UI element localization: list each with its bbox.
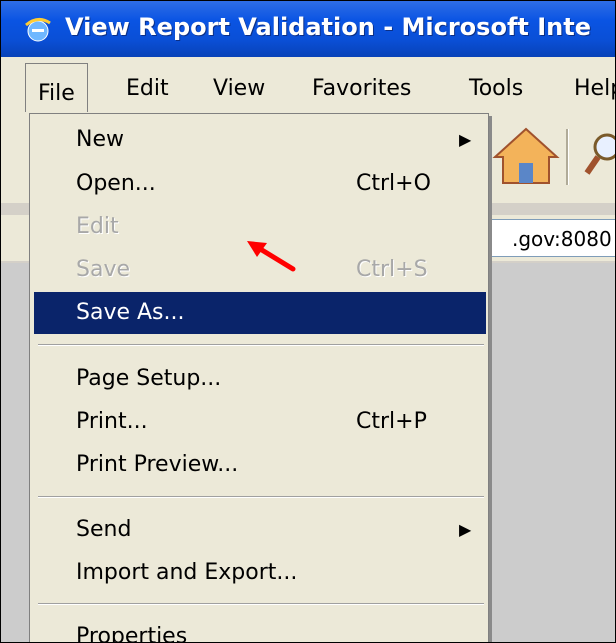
menu-item-page-setup[interactable]: Page Setup... xyxy=(34,359,486,399)
menu-tools[interactable]: Tools xyxy=(457,70,535,108)
menu-item-new[interactable]: New ▶ xyxy=(34,120,486,160)
window-title: View Report Validation - Microsoft Inte xyxy=(65,13,591,41)
menu-edit[interactable]: Edit xyxy=(114,70,181,108)
menu-file[interactable]: File xyxy=(25,63,88,112)
menu-item-import-export[interactable]: Import and Export... xyxy=(34,553,486,593)
submenu-arrow-icon: ▶ xyxy=(459,130,472,149)
menu-favorites[interactable]: Favorites xyxy=(300,70,423,108)
menu-item-print-preview[interactable]: Print Preview... xyxy=(34,445,486,485)
menu-item-send[interactable]: Send ▶ xyxy=(34,510,486,550)
home-icon[interactable] xyxy=(491,125,561,187)
menu-help[interactable]: Help xyxy=(562,70,615,108)
menu-separator xyxy=(38,603,484,605)
menu-item-save-as[interactable]: Save As... xyxy=(34,292,486,334)
search-icon[interactable] xyxy=(583,125,616,185)
address-input[interactable]: .gov:8080 xyxy=(471,219,615,257)
red-pointer-arrow-icon xyxy=(247,241,296,272)
file-menu-dropdown: New ▶ Open... Ctrl+O Edit Save Ctrl+S Sa… xyxy=(29,113,489,642)
title-bar: View Report Validation - Microsoft Inte xyxy=(1,1,615,57)
menu-item-print[interactable]: Print... Ctrl+P xyxy=(34,402,486,442)
browser-window: View Report Validation - Microsoft Inte … xyxy=(0,0,616,643)
menu-separator xyxy=(38,496,484,498)
menu-bar: File Edit View Favorites Tools Help xyxy=(1,57,615,117)
toolbar-separator xyxy=(566,129,569,185)
menu-separator xyxy=(38,344,484,346)
menu-view[interactable]: View xyxy=(201,70,277,108)
ie-logo-icon xyxy=(25,18,51,42)
menu-item-properties[interactable]: Properties xyxy=(34,617,486,642)
submenu-arrow-icon: ▶ xyxy=(459,520,472,539)
menu-item-open[interactable]: Open... Ctrl+O xyxy=(34,164,486,204)
